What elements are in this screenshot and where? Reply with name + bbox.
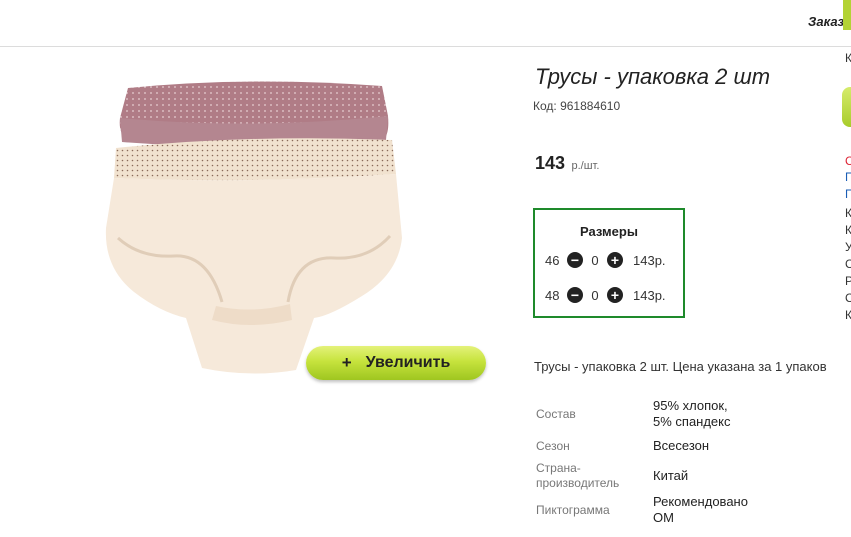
right-column-link[interactable]: П: [845, 171, 851, 183]
right-column-fragment: У: [845, 240, 851, 254]
zoom-button-label: Увеличить: [365, 354, 451, 371]
plus-icon[interactable]: +: [607, 287, 623, 303]
attribute-value: ОМ: [653, 510, 674, 525]
plus-icon[interactable]: +: [607, 252, 623, 268]
attribute-label: Сезон: [536, 439, 570, 453]
right-column-fragment: Р: [845, 274, 851, 288]
size-label: 46: [545, 252, 560, 268]
product-image[interactable]: [100, 78, 410, 378]
right-column-fragment: К: [845, 206, 851, 220]
size-price: 143р.: [633, 287, 666, 303]
attribute-label: производитель: [536, 476, 620, 490]
product-code: Код: 961884610: [533, 99, 621, 113]
sizes-title: Размеры: [580, 224, 638, 239]
sizes-panel: Размеры 46 − 0 + 143р. 48 − 0 + 143р.: [533, 208, 685, 318]
side-green-button[interactable]: [842, 87, 851, 127]
right-column-fragment: С: [845, 291, 851, 305]
minus-icon[interactable]: −: [567, 252, 583, 268]
price-value: 143: [535, 153, 566, 173]
plus-icon: +: [341, 353, 352, 372]
attribute-value: Рекомендовано: [653, 494, 748, 509]
product-price: 143 р./шт.: [535, 153, 599, 174]
attribute-label: Состав: [536, 407, 576, 421]
header-divider: [0, 46, 851, 47]
quantity-value[interactable]: 0: [583, 288, 607, 303]
product-title: Трусы - упаковка 2 шт: [535, 64, 771, 89]
right-column-fragment: К: [845, 51, 851, 65]
attribute-value: Всесезон: [653, 438, 710, 453]
quantity-value[interactable]: 0: [583, 253, 607, 268]
right-column-link[interactable]: П: [845, 188, 851, 200]
attribute-value: 5% спандекс: [653, 414, 731, 429]
right-column-fragment: К: [845, 308, 851, 322]
right-column-fragment: С: [845, 257, 851, 271]
attribute-label: Страна-: [536, 461, 581, 475]
right-column-fragment: К: [845, 223, 851, 237]
size-price: 143р.: [633, 252, 666, 268]
product-description: Трусы - упаковка 2 шт. Цена указана за 1…: [534, 359, 827, 374]
size-label: 48: [545, 287, 560, 303]
side-green-tab[interactable]: [843, 0, 851, 30]
zoom-button[interactable]: + Увеличить: [306, 346, 486, 380]
minus-icon[interactable]: −: [567, 287, 583, 303]
price-unit: р./шт.: [571, 160, 600, 172]
attribute-value: 95% хлопок,: [653, 398, 728, 413]
size-row: 48 − 0 + 143р.: [545, 286, 666, 304]
attribute-label: Пиктограмма: [536, 503, 610, 517]
attribute-value: Китай: [653, 468, 689, 483]
right-column-fragment: С: [845, 154, 851, 168]
size-row: 46 − 0 + 143р.: [545, 251, 666, 269]
